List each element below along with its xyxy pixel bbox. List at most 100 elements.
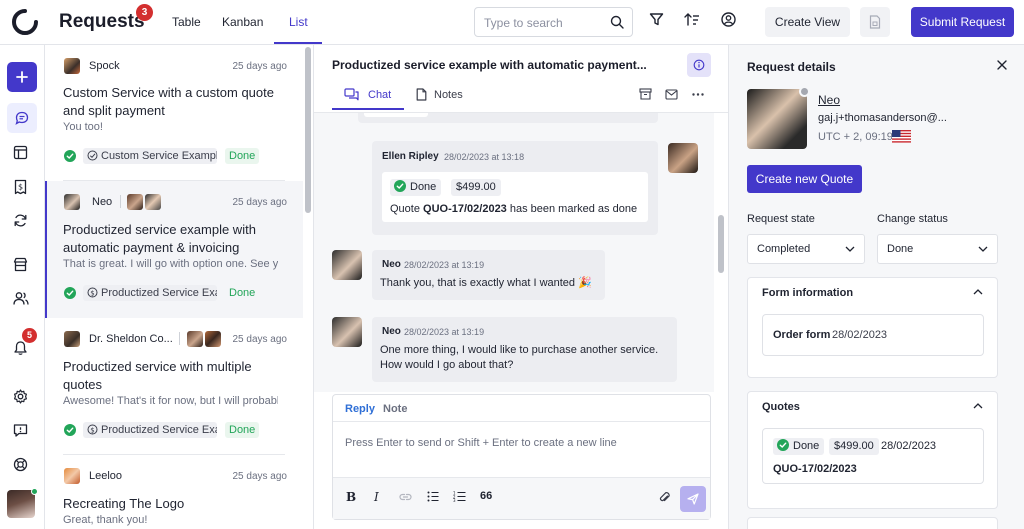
- message-time: 28/02/2023 at 13:19: [404, 260, 485, 270]
- search-input[interactable]: Type to search: [474, 7, 633, 37]
- card-title: Form information: [762, 287, 854, 299]
- notifications-badge: 5: [22, 328, 37, 343]
- message-time: 28/02/2023 at 13:19: [404, 327, 485, 337]
- avatar: [64, 194, 80, 210]
- request-subject: Recreating The Logo: [63, 496, 185, 511]
- message-card: [364, 113, 428, 117]
- avatar: [205, 331, 221, 347]
- client-avatar: [747, 89, 807, 149]
- tab-list[interactable]: List: [289, 15, 308, 29]
- sort-icon[interactable]: [684, 12, 700, 27]
- new-request-button[interactable]: [7, 62, 37, 92]
- list-item[interactable]: Leeloo 25 days ago Recreating The Logo G…: [45, 455, 303, 529]
- check-circle-icon: [777, 439, 789, 451]
- timestamp: 25 days ago: [232, 197, 288, 208]
- quote-date: 28/02/2023: [881, 440, 937, 452]
- users-icon[interactable]: [13, 291, 29, 306]
- timestamp: 25 days ago: [232, 61, 288, 72]
- reply-tab[interactable]: Reply: [345, 403, 375, 415]
- client-name-link[interactable]: Neo: [818, 93, 840, 107]
- status-badge: Done: [225, 422, 260, 438]
- list-scrollbar[interactable]: [305, 47, 311, 213]
- avatar: [127, 194, 143, 210]
- bold-icon[interactable]: B: [346, 490, 356, 504]
- chat-icon: [344, 88, 359, 101]
- message-bubble: [358, 113, 658, 123]
- list-item-selected[interactable]: Neo 25 days ago Productized service exam…: [45, 181, 303, 318]
- create-new-quote-button[interactable]: Create new Quote: [747, 165, 862, 193]
- export-button[interactable]: [860, 7, 890, 37]
- message-input[interactable]: Press Enter to send or Shift + Enter to …: [345, 437, 700, 467]
- layout-icon[interactable]: [13, 145, 28, 160]
- sender-avatar: [332, 250, 362, 280]
- page-title: Requests: [59, 11, 145, 32]
- tab-chat[interactable]: Chat: [368, 89, 391, 101]
- archive-icon[interactable]: [639, 88, 652, 100]
- invoice-icon[interactable]: $: [13, 179, 28, 195]
- more-options-icon[interactable]: [692, 93, 704, 96]
- field-label: Order form: [773, 329, 831, 341]
- refresh-icon[interactable]: [13, 213, 28, 228]
- create-view-button[interactable]: Create View: [765, 7, 850, 37]
- store-icon[interactable]: [13, 257, 28, 272]
- svg-text:$: $: [18, 183, 23, 192]
- tab-table[interactable]: Table: [172, 15, 201, 29]
- check-circle-icon: [64, 424, 76, 436]
- request-state-select[interactable]: Completed: [747, 234, 865, 264]
- tab-kanban[interactable]: Kanban: [222, 15, 263, 29]
- attachment-paperclip-icon[interactable]: [659, 490, 670, 504]
- user-avatar[interactable]: [7, 490, 35, 518]
- requests-count-badge: 3: [136, 4, 153, 21]
- italic-icon[interactable]: I: [374, 490, 379, 504]
- message-text: Thank you, that is exactly what I wanted…: [380, 277, 592, 289]
- requester-name: Neo: [92, 196, 113, 208]
- settings-gear-icon[interactable]: [13, 389, 28, 404]
- timestamp: 25 days ago: [232, 471, 288, 482]
- tab-notes[interactable]: Notes: [434, 89, 463, 101]
- check-circle-icon: [394, 180, 406, 192]
- close-icon[interactable]: [997, 60, 1007, 70]
- chevron-down-icon: [978, 246, 988, 252]
- divider: [333, 421, 710, 422]
- change-status-select[interactable]: Done: [877, 234, 998, 264]
- send-button[interactable]: [680, 486, 706, 512]
- message-bubble: Ellen Ripley 28/02/2023 at 13:18 Done $4…: [372, 141, 658, 235]
- sender-avatar: [668, 143, 698, 173]
- filter-icon[interactable]: [649, 12, 664, 27]
- conversation-title: Productized service example with automat…: [332, 58, 647, 72]
- status-text: Done: [410, 181, 437, 193]
- quote-icon[interactable]: 66: [480, 490, 492, 502]
- info-button[interactable]: [687, 53, 711, 77]
- bullet-list-icon[interactable]: [427, 491, 439, 502]
- quote-suffix: has been marked as done: [506, 203, 638, 215]
- panel-title: Request details: [747, 60, 836, 74]
- request-state-label: Request state: [747, 213, 815, 225]
- name-separator: [179, 332, 180, 345]
- message-preview: That is great. I will go with option one…: [63, 258, 278, 270]
- status-text: Done: [793, 440, 820, 452]
- chat-thread: Ellen Ripley 28/02/2023 at 13:18 Done $4…: [314, 113, 714, 392]
- list-item[interactable]: Dr. Sheldon Co... 25 days ago Productize…: [45, 318, 303, 455]
- numbered-list-icon[interactable]: 1 2 3: [453, 491, 466, 502]
- dollar-circle-icon: $: [87, 424, 98, 435]
- requester-name: Dr. Sheldon Co...: [89, 333, 172, 345]
- app-logo-icon[interactable]: [12, 9, 38, 35]
- help-lifebuoy-icon[interactable]: [13, 457, 28, 472]
- sender-name: Neo: [382, 259, 401, 270]
- link-icon[interactable]: [399, 492, 412, 502]
- submit-request-button[interactable]: Submit Request: [911, 7, 1014, 37]
- composer-toolbar: B I 1 2 3 66: [333, 477, 710, 519]
- chat-scrollbar[interactable]: [718, 215, 724, 273]
- change-status-label: Change status: [877, 213, 948, 225]
- user-circle-icon[interactable]: [721, 12, 736, 27]
- quote-item[interactable]: Done $499.00 28/02/2023 QUO-17/02/2023: [762, 428, 984, 484]
- chevron-up-icon[interactable]: [973, 289, 983, 295]
- chevron-up-icon[interactable]: [973, 403, 983, 409]
- list-item[interactable]: Spock 25 days ago Custom Service with a …: [45, 45, 303, 181]
- rail-item-requests[interactable]: [7, 103, 37, 133]
- note-tab[interactable]: Note: [383, 403, 407, 415]
- feedback-icon[interactable]: [13, 423, 28, 438]
- chevron-down-icon: [845, 246, 855, 252]
- svg-text:$: $: [90, 426, 94, 434]
- mail-icon[interactable]: [665, 89, 678, 100]
